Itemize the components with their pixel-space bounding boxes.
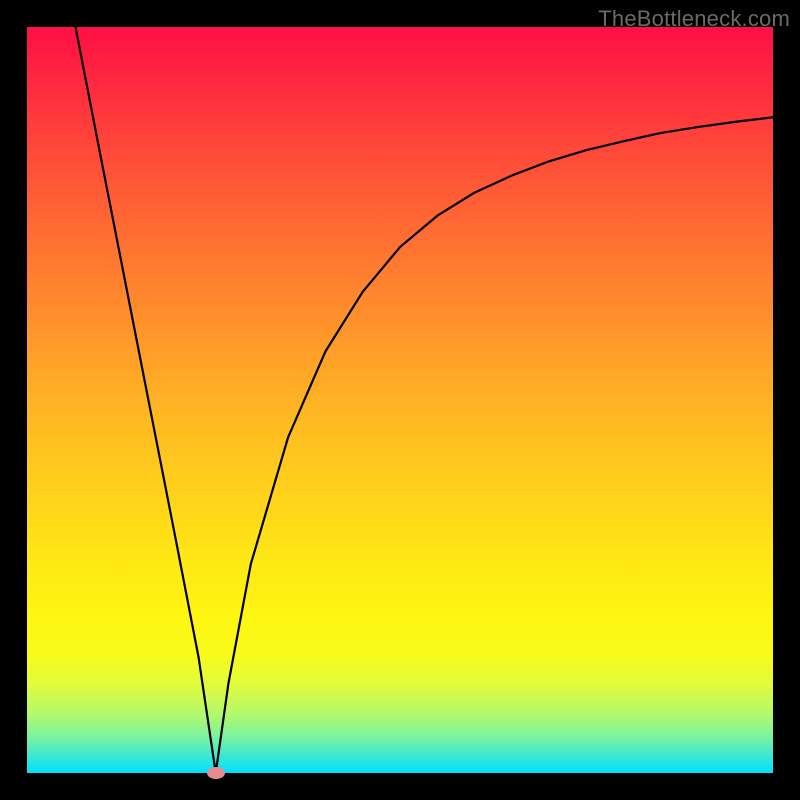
watermark-text: TheBottleneck.com [598,6,790,32]
minimum-marker [207,767,225,779]
plot-area [27,27,773,773]
curve-path [75,27,773,773]
bottleneck-curve [27,27,773,773]
